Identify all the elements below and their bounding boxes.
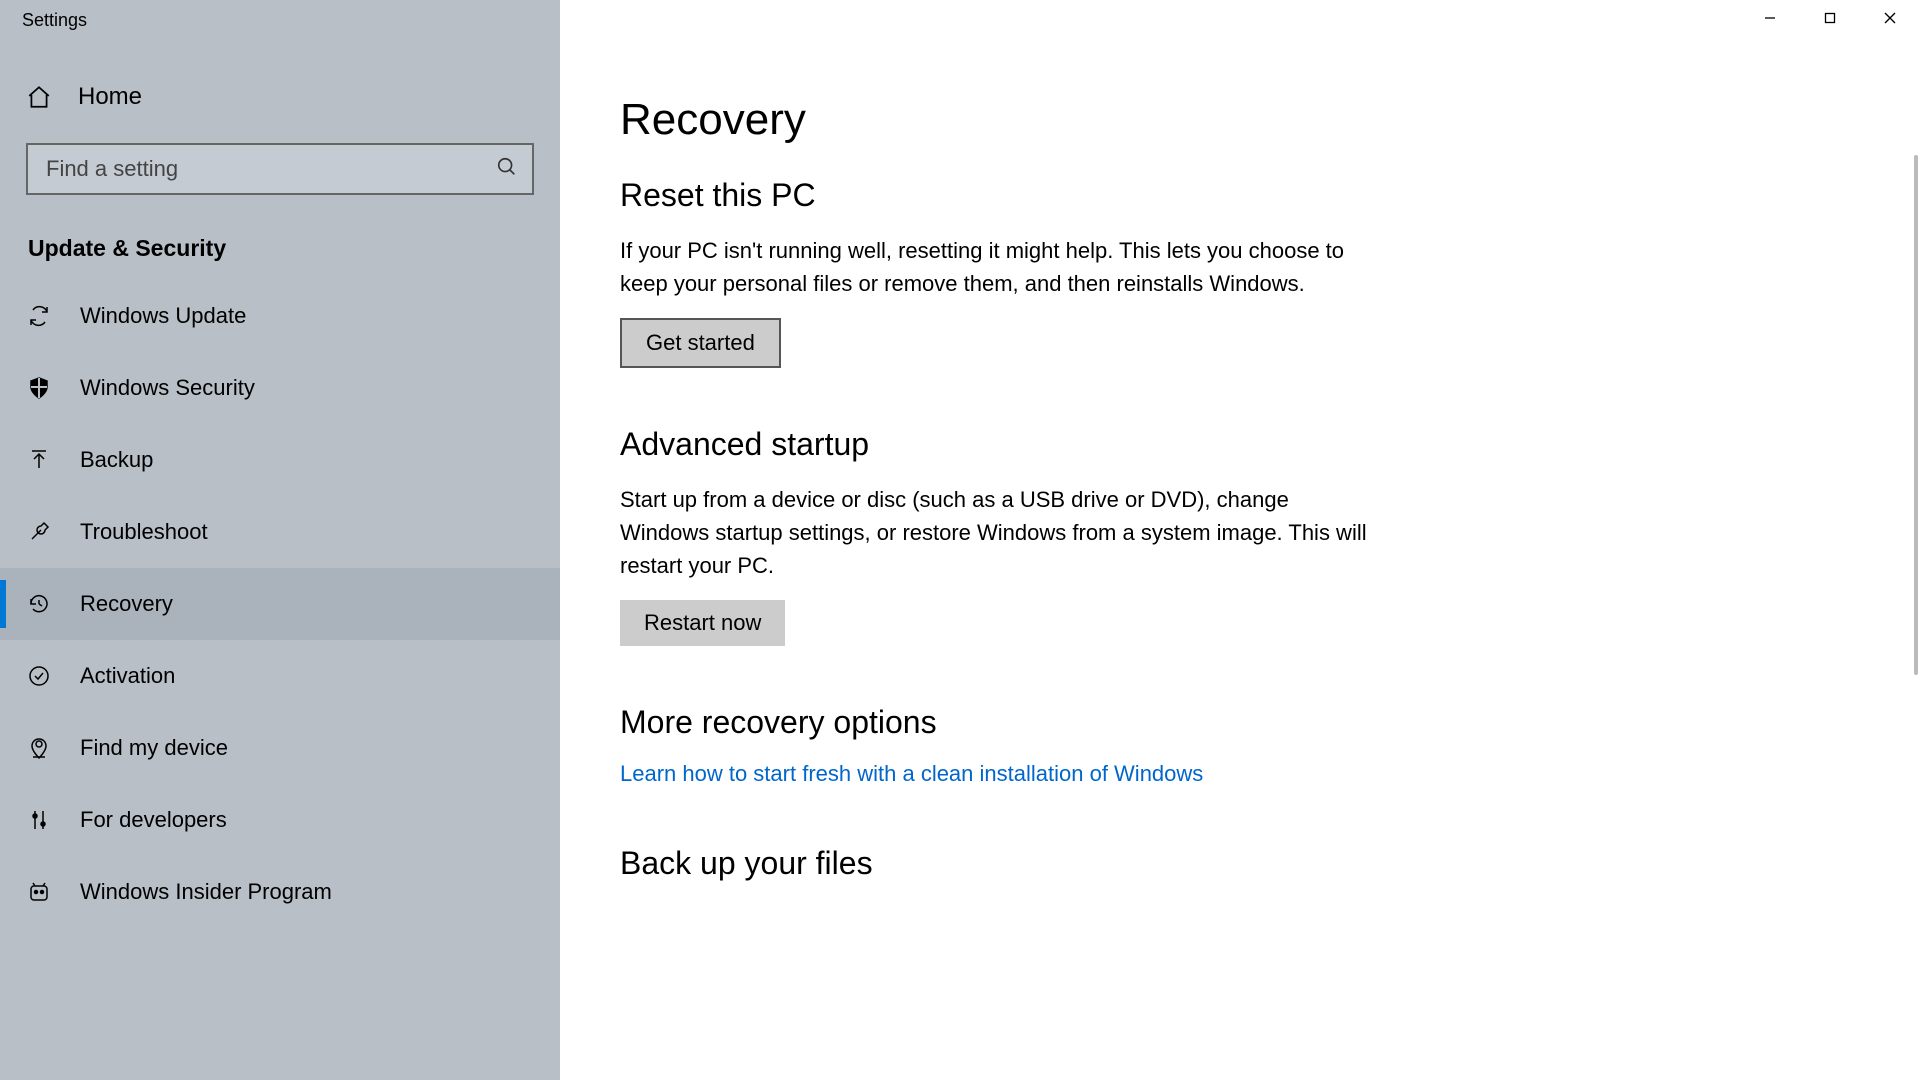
shield-icon xyxy=(26,375,52,401)
reset-pc-description: If your PC isn't running well, resetting… xyxy=(620,234,1380,300)
sidebar-item-find-my-device[interactable]: Find my device xyxy=(0,712,560,784)
search-input-container[interactable] xyxy=(26,143,534,195)
window-title: Settings xyxy=(0,0,87,31)
sidebar-item-home[interactable]: Home xyxy=(0,65,560,129)
sidebar-item-windows-insider[interactable]: Windows Insider Program xyxy=(0,856,560,928)
sidebar-item-label: Troubleshoot xyxy=(80,519,208,545)
sidebar-item-label: Find my device xyxy=(80,735,228,761)
advanced-startup-description: Start up from a device or disc (such as … xyxy=(620,483,1380,582)
search-input[interactable] xyxy=(46,156,496,182)
advanced-startup-heading: Advanced startup xyxy=(620,426,1880,463)
sidebar-item-label: Windows Update xyxy=(80,303,246,329)
window-controls xyxy=(1740,0,1920,36)
advanced-startup-section: Advanced startup Start up from a device … xyxy=(620,426,1880,646)
wrench-icon xyxy=(26,519,52,545)
reset-pc-section: Reset this PC If your PC isn't running w… xyxy=(620,177,1880,368)
sidebar-item-windows-security[interactable]: Windows Security xyxy=(0,352,560,424)
reset-pc-heading: Reset this PC xyxy=(620,177,1880,214)
close-button[interactable] xyxy=(1860,0,1920,36)
history-icon xyxy=(26,591,52,617)
backup-icon xyxy=(26,447,52,473)
sidebar-item-label: For developers xyxy=(80,807,227,833)
home-icon xyxy=(26,84,52,110)
sidebar-item-label: Windows Security xyxy=(80,375,255,401)
developer-icon xyxy=(26,807,52,833)
more-recovery-section: More recovery options Learn how to start… xyxy=(620,704,1880,787)
titlebar: Settings xyxy=(0,0,1920,45)
location-icon xyxy=(26,735,52,761)
home-label: Home xyxy=(78,83,142,111)
clean-install-link[interactable]: Learn how to start fresh with a clean in… xyxy=(620,761,1880,787)
insider-icon xyxy=(26,879,52,905)
sidebar-item-label: Backup xyxy=(80,447,153,473)
restart-now-button[interactable]: Restart now xyxy=(620,600,785,646)
sidebar-item-backup[interactable]: Backup xyxy=(0,424,560,496)
sidebar: Home Update & Security Windows Update Wi… xyxy=(0,45,560,1080)
scrollbar-thumb[interactable] xyxy=(1914,155,1918,675)
search-icon xyxy=(496,156,518,183)
get-started-button[interactable]: Get started xyxy=(620,318,781,368)
sidebar-item-label: Activation xyxy=(80,663,175,689)
sidebar-item-label: Windows Insider Program xyxy=(80,879,332,905)
maximize-button[interactable] xyxy=(1800,0,1860,36)
sidebar-item-label: Recovery xyxy=(80,591,173,617)
page-title: Recovery xyxy=(620,95,1880,145)
sidebar-item-recovery[interactable]: Recovery xyxy=(0,568,560,640)
more-recovery-heading: More recovery options xyxy=(620,704,1880,741)
backup-files-section: Back up your files xyxy=(620,845,1880,882)
backup-files-heading: Back up your files xyxy=(620,845,1880,882)
checkmark-circle-icon xyxy=(26,663,52,689)
sidebar-item-windows-update[interactable]: Windows Update xyxy=(0,280,560,352)
content-area: Recovery Reset this PC If your PC isn't … xyxy=(560,45,1920,1080)
minimize-button[interactable] xyxy=(1740,0,1800,36)
sidebar-item-for-developers[interactable]: For developers xyxy=(0,784,560,856)
sidebar-item-troubleshoot[interactable]: Troubleshoot xyxy=(0,496,560,568)
sync-icon xyxy=(26,303,52,329)
sidebar-section-title: Update & Security xyxy=(0,195,560,280)
sidebar-item-activation[interactable]: Activation xyxy=(0,640,560,712)
